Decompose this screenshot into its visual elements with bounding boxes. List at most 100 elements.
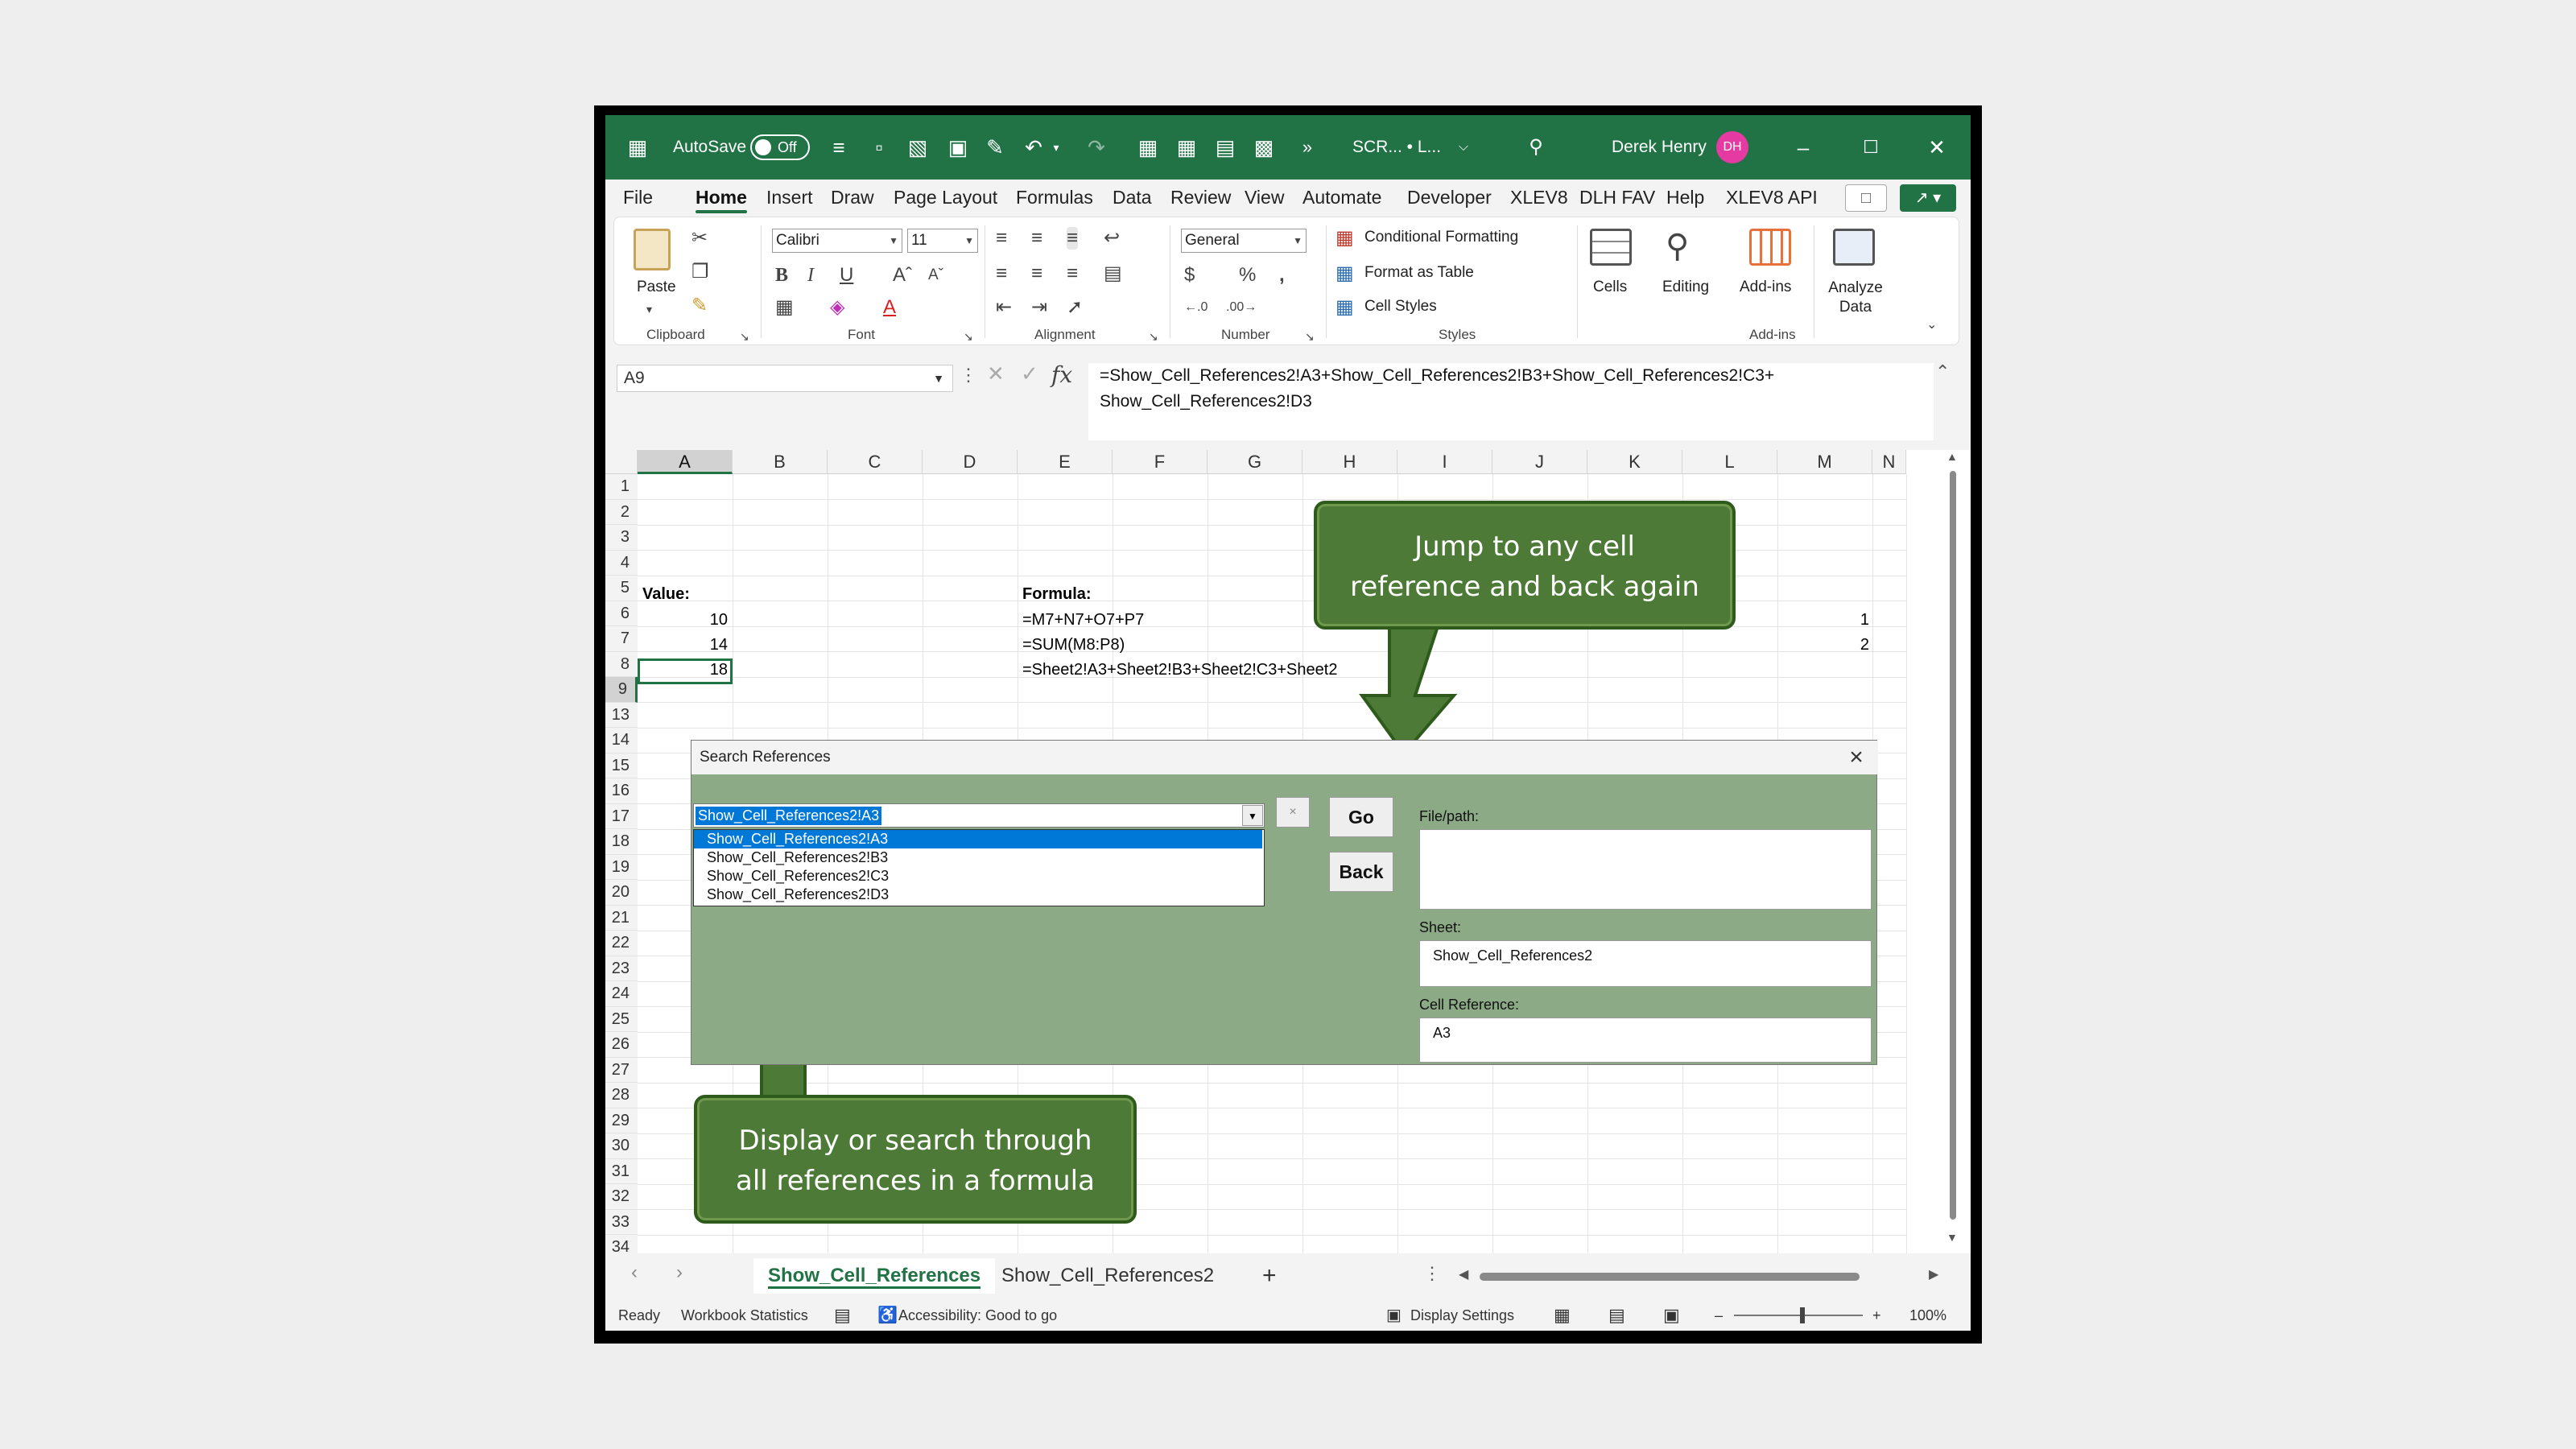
row-header-19[interactable]: 19 bbox=[605, 854, 638, 880]
column-header-g[interactable]: G bbox=[1208, 450, 1302, 474]
row-header-8[interactable]: 8 bbox=[605, 651, 638, 677]
row-header-15[interactable]: 15 bbox=[605, 753, 638, 778]
column-header-a[interactable]: A bbox=[638, 450, 733, 474]
menu-home[interactable]: Home bbox=[696, 180, 747, 215]
reference-list-item[interactable]: Show_Cell_References2!D3 bbox=[694, 886, 1262, 904]
page-layout-view-icon[interactable]: ▤ bbox=[1608, 1300, 1625, 1331]
undo-icon[interactable]: ↶ bbox=[1022, 136, 1045, 159]
cell-m8[interactable]: 2 bbox=[1776, 636, 1869, 654]
cell-reference-field[interactable]: A3 bbox=[1419, 1018, 1872, 1063]
zoom-out-icon[interactable]: – bbox=[1715, 1300, 1723, 1331]
more-commands-icon[interactable]: » bbox=[1296, 136, 1319, 159]
close-icon[interactable]: ✕ bbox=[1926, 136, 1948, 159]
vertical-scroll-thumb[interactable] bbox=[1950, 471, 1956, 1220]
column-header-b[interactable]: B bbox=[733, 450, 828, 474]
row-header-25[interactable]: 25 bbox=[605, 1006, 638, 1032]
cell-a7[interactable]: 10 bbox=[638, 611, 728, 630]
enter-icon[interactable]: ✓ bbox=[1021, 361, 1038, 386]
reference-combo[interactable]: Show_Cell_References2!A3 ▼ bbox=[693, 803, 1265, 828]
orientation-icon[interactable]: ➚ bbox=[1067, 296, 1083, 319]
undo-dropdown-icon[interactable]: ▾ bbox=[1045, 136, 1067, 159]
clear-button[interactable]: × bbox=[1276, 797, 1310, 828]
underline-icon[interactable]: U bbox=[840, 264, 853, 287]
align-top-icon[interactable]: ≡ bbox=[996, 227, 1007, 250]
redo-icon[interactable]: ↷ bbox=[1085, 136, 1108, 159]
menu-data[interactable]: Data bbox=[1113, 180, 1152, 215]
menu-file[interactable]: File bbox=[623, 180, 653, 215]
clipboard-launcher-icon[interactable]: ↘ bbox=[740, 325, 749, 348]
open-folder-icon[interactable]: ▧ bbox=[906, 136, 929, 159]
file-path-field[interactable] bbox=[1419, 829, 1872, 910]
comments-button[interactable]: □ bbox=[1845, 184, 1887, 212]
row-header-5[interactable]: 5 bbox=[605, 576, 638, 601]
column-header-e[interactable]: E bbox=[1018, 450, 1113, 474]
row-header-33[interactable]: 33 bbox=[605, 1209, 638, 1235]
hscroll-left-icon[interactable]: ◀ bbox=[1459, 1266, 1468, 1282]
row-header-23[interactable]: 23 bbox=[605, 956, 638, 981]
dialog-close-icon[interactable]: × bbox=[1843, 744, 1870, 771]
column-header-f[interactable]: F bbox=[1113, 450, 1208, 474]
column-header-c[interactable]: C bbox=[828, 450, 923, 474]
menu-draw[interactable]: Draw bbox=[831, 180, 874, 215]
go-button[interactable]: Go bbox=[1329, 797, 1393, 837]
sheet-field[interactable]: Show_Cell_References2 bbox=[1419, 940, 1872, 987]
tab-options-icon[interactable]: ⋮ bbox=[1423, 1263, 1441, 1284]
value-label[interactable]: Value: bbox=[642, 585, 690, 604]
paste-label[interactable]: Paste bbox=[637, 279, 676, 296]
table-icon[interactable]: ▦ bbox=[1137, 136, 1159, 159]
file-name[interactable]: SCR... • L... bbox=[1352, 115, 1441, 180]
row-header-14[interactable]: 14 bbox=[605, 728, 638, 753]
menu-review[interactable]: Review bbox=[1170, 180, 1231, 215]
analyze-data-button[interactable]: Analyze Data bbox=[1825, 279, 1886, 317]
menu-developer[interactable]: Developer bbox=[1407, 180, 1492, 215]
row-header-3[interactable]: 3 bbox=[605, 525, 638, 551]
filename-chevron-icon[interactable]: ⌵ bbox=[1452, 136, 1475, 159]
cell-styles-button[interactable]: Cell Styles bbox=[1364, 298, 1437, 316]
reference-list-item[interactable]: Show_Cell_References2!A3 bbox=[694, 830, 1262, 848]
decrease-font-icon[interactable]: Aˇ bbox=[928, 264, 943, 287]
comma-icon[interactable]: , bbox=[1279, 264, 1285, 287]
row-header-29[interactable]: 29 bbox=[605, 1108, 638, 1133]
avatar[interactable]: DH bbox=[1716, 131, 1748, 163]
row-header-2[interactable]: 2 bbox=[605, 499, 638, 525]
collapse-ribbon-icon[interactable]: ⌄ bbox=[1926, 314, 1937, 336]
display-settings-button[interactable]: Display Settings bbox=[1410, 1300, 1514, 1331]
format-painter-icon[interactable]: ✎ bbox=[691, 295, 708, 317]
row-header-1[interactable]: 1 bbox=[605, 474, 638, 500]
row-header-17[interactable]: 17 bbox=[605, 803, 638, 829]
next-sheet-icon[interactable]: › bbox=[676, 1261, 683, 1284]
cells-icon[interactable] bbox=[1590, 229, 1632, 266]
collapse-formula-bar-icon[interactable]: ⌃ bbox=[1935, 361, 1950, 382]
cancel-icon[interactable]: ✕ bbox=[987, 361, 1005, 386]
percent-icon[interactable]: % bbox=[1239, 264, 1256, 287]
format-as-table-button[interactable]: Format as Table bbox=[1364, 264, 1474, 282]
macro-record-icon[interactable]: ▤ bbox=[834, 1300, 851, 1331]
font-size-select[interactable]: 11 ▼ bbox=[907, 229, 978, 253]
zoom-slider[interactable] bbox=[1734, 1315, 1863, 1316]
name-box[interactable]: A9 ▼ bbox=[617, 365, 953, 392]
image-icon[interactable]: ▤ bbox=[1214, 136, 1236, 159]
menu-page-layout[interactable]: Page Layout bbox=[894, 180, 997, 215]
combo-dropdown-icon[interactable]: ▼ bbox=[1242, 805, 1263, 826]
row-header-30[interactable]: 30 bbox=[605, 1133, 638, 1159]
save-icon[interactable]: ▣ bbox=[947, 136, 969, 159]
row-header-28[interactable]: 28 bbox=[605, 1083, 638, 1108]
list-icon[interactable]: ≡ bbox=[828, 136, 850, 159]
function-icon[interactable]: fx bbox=[1051, 361, 1072, 388]
scroll-up-icon[interactable]: ▲ bbox=[1946, 450, 1958, 463]
font-name-select[interactable]: Calibri ▼ bbox=[772, 229, 902, 253]
number-launcher-icon[interactable]: ↘ bbox=[1305, 325, 1315, 348]
align-center-icon[interactable]: ≡ bbox=[1031, 262, 1042, 285]
accessibility-status[interactable]: Accessibility: Good to go bbox=[898, 1300, 1057, 1331]
copy-icon[interactable]: ❐ bbox=[691, 261, 709, 283]
workbook-statistics-button[interactable]: Workbook Statistics bbox=[681, 1300, 808, 1331]
align-middle-icon[interactable]: ≡ bbox=[1031, 227, 1042, 250]
row-header-26[interactable]: 26 bbox=[605, 1032, 638, 1058]
editing-search-icon[interactable]: ⚲ bbox=[1666, 229, 1689, 264]
row-header-7[interactable]: 7 bbox=[605, 626, 638, 652]
decrease-decimal-icon[interactable]: .00→ bbox=[1226, 296, 1257, 319]
column-header-n[interactable]: N bbox=[1872, 450, 1906, 474]
edit-icon[interactable]: ✎ bbox=[984, 136, 1006, 159]
zoom-level[interactable]: 100% bbox=[1909, 1300, 1946, 1331]
zoom-in-icon[interactable]: + bbox=[1872, 1300, 1881, 1331]
